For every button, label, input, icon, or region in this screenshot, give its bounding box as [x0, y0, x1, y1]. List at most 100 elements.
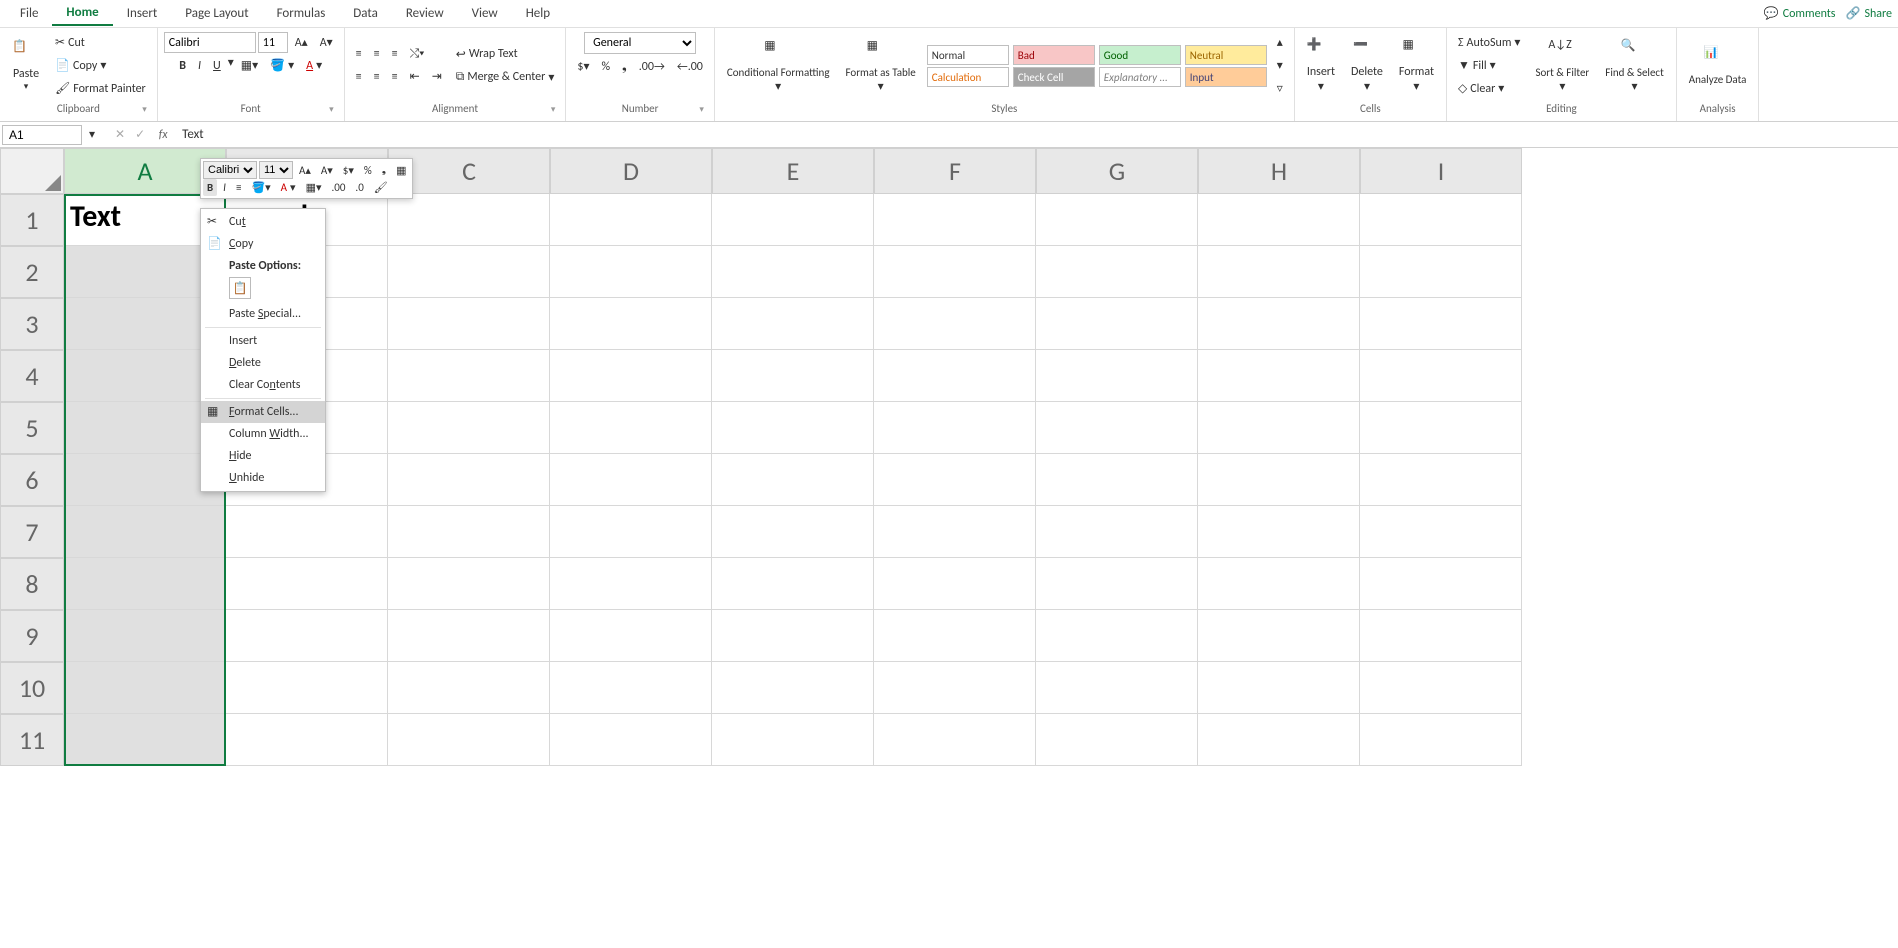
ctx-paste-thumb[interactable]: 📋: [229, 277, 251, 299]
decrease-font-button[interactable]: A▾: [315, 32, 338, 53]
cell-f4[interactable]: [874, 350, 1036, 402]
cell-c8[interactable]: [388, 558, 550, 610]
conditional-formatting-button[interactable]: ▦Conditional Formatting▾: [721, 36, 836, 96]
cell-f6[interactable]: [874, 454, 1036, 506]
column-header-e[interactable]: E: [712, 148, 874, 194]
cell-d1[interactable]: [550, 194, 712, 246]
cell-h7[interactable]: [1198, 506, 1360, 558]
align-right-button[interactable]: ≡: [387, 66, 403, 87]
mini-fill-color[interactable]: 🪣▾: [247, 179, 274, 196]
fill-color-button[interactable]: 🪣▾: [265, 55, 299, 76]
row-header-10[interactable]: 10: [0, 662, 64, 714]
cell-b7[interactable]: [226, 506, 388, 558]
cell-d8[interactable]: [550, 558, 712, 610]
ctx-copy[interactable]: 📄Copy: [201, 233, 325, 255]
column-header-i[interactable]: I: [1360, 148, 1522, 194]
cell-c7[interactable]: [388, 506, 550, 558]
number-format-combo[interactable]: General: [584, 32, 696, 54]
comments-button[interactable]: 💬 Comments: [1764, 6, 1836, 21]
ctx-clear-contents[interactable]: Clear Contents: [201, 374, 325, 396]
tab-page-layout[interactable]: Page Layout: [171, 2, 262, 25]
cell-g2[interactable]: [1036, 246, 1198, 298]
column-header-f[interactable]: F: [874, 148, 1036, 194]
tab-home[interactable]: Home: [52, 1, 112, 26]
mini-bold[interactable]: B: [203, 179, 217, 196]
font-color-button[interactable]: A▾: [301, 55, 327, 76]
decrease-indent-button[interactable]: ⇤: [405, 66, 425, 87]
cell-h11[interactable]: [1198, 714, 1360, 766]
cell-i1[interactable]: [1360, 194, 1522, 246]
cell-e8[interactable]: [712, 558, 874, 610]
tab-file[interactable]: File: [6, 2, 52, 25]
cell-h2[interactable]: [1198, 246, 1360, 298]
orientation-button[interactable]: ⤭▾: [405, 44, 430, 64]
cell-g11[interactable]: [1036, 714, 1198, 766]
cell-h1[interactable]: [1198, 194, 1360, 246]
cell-d11[interactable]: [550, 714, 712, 766]
mini-size-combo[interactable]: 11: [259, 161, 293, 179]
sort-filter-button[interactable]: A↓ZSort & Filter▾: [1529, 36, 1595, 96]
cell-g5[interactable]: [1036, 402, 1198, 454]
formula-bar-value[interactable]: Text: [176, 125, 1898, 144]
cut-button[interactable]: ✂Cut: [50, 32, 151, 53]
mini-percent[interactable]: %: [360, 161, 376, 179]
align-left-button[interactable]: ≡: [351, 66, 367, 87]
copy-button[interactable]: 📄Copy ▾: [50, 55, 151, 76]
cell-f3[interactable]: [874, 298, 1036, 350]
cell-b11[interactable]: [226, 714, 388, 766]
cell-i2[interactable]: [1360, 246, 1522, 298]
cell-a10[interactable]: [64, 662, 226, 714]
cell-c4[interactable]: [388, 350, 550, 402]
currency-button[interactable]: $▾: [572, 56, 594, 77]
enter-formula-icon[interactable]: ✓: [130, 124, 150, 145]
cell-c10[interactable]: [388, 662, 550, 714]
cell-h9[interactable]: [1198, 610, 1360, 662]
styles-scroll-up[interactable]: ▴: [1272, 32, 1288, 53]
cell-e11[interactable]: [712, 714, 874, 766]
format-as-table-button[interactable]: ▦Format as Table▾: [840, 36, 922, 96]
alignment-launcher[interactable]: ▾: [551, 104, 556, 115]
ctx-format-cells[interactable]: ▦Format Cells...: [201, 401, 325, 423]
wrap-text-button[interactable]: ↩Wrap Text: [451, 44, 560, 65]
cell-a7[interactable]: [64, 506, 226, 558]
cell-f11[interactable]: [874, 714, 1036, 766]
mini-inc-decimal[interactable]: .00: [327, 179, 349, 196]
border-button[interactable]: ▦▾: [236, 55, 263, 76]
analyze-data-button[interactable]: 📊Analyze Data: [1683, 43, 1753, 88]
ctx-unhide[interactable]: Unhide: [201, 467, 325, 489]
cell-e10[interactable]: [712, 662, 874, 714]
cell-i7[interactable]: [1360, 506, 1522, 558]
styles-more[interactable]: ▿: [1272, 78, 1288, 99]
cell-f2[interactable]: [874, 246, 1036, 298]
select-all-corner[interactable]: [0, 148, 64, 194]
cell-i5[interactable]: [1360, 402, 1522, 454]
cell-f10[interactable]: [874, 662, 1036, 714]
cell-i10[interactable]: [1360, 662, 1522, 714]
cell-c9[interactable]: [388, 610, 550, 662]
decrease-decimal-button[interactable]: ←.00: [672, 56, 708, 77]
mini-border[interactable]: ▦▾: [302, 179, 326, 196]
row-header-9[interactable]: 9: [0, 610, 64, 662]
cell-i8[interactable]: [1360, 558, 1522, 610]
cell-e5[interactable]: [712, 402, 874, 454]
align-bottom-button[interactable]: ≡: [387, 44, 403, 64]
column-header-d[interactable]: D: [550, 148, 712, 194]
clear-button[interactable]: ◇ Clear ▾: [1453, 78, 1525, 99]
cell-a8[interactable]: [64, 558, 226, 610]
cell-h4[interactable]: [1198, 350, 1360, 402]
mini-format-painter[interactable]: 🖌: [370, 179, 392, 196]
cell-c3[interactable]: [388, 298, 550, 350]
ctx-cut[interactable]: ✂Cut: [201, 211, 325, 233]
cell-g10[interactable]: [1036, 662, 1198, 714]
cell-a11[interactable]: [64, 714, 226, 766]
tab-view[interactable]: View: [458, 2, 512, 25]
cell-a9[interactable]: [64, 610, 226, 662]
column-header-g[interactable]: G: [1036, 148, 1198, 194]
cell-g1[interactable]: [1036, 194, 1198, 246]
cell-d5[interactable]: [550, 402, 712, 454]
style-bad[interactable]: Bad: [1013, 45, 1095, 65]
cell-g8[interactable]: [1036, 558, 1198, 610]
font-launcher[interactable]: ▾: [329, 104, 334, 115]
row-header-8[interactable]: 8: [0, 558, 64, 610]
tab-help[interactable]: Help: [512, 2, 564, 25]
